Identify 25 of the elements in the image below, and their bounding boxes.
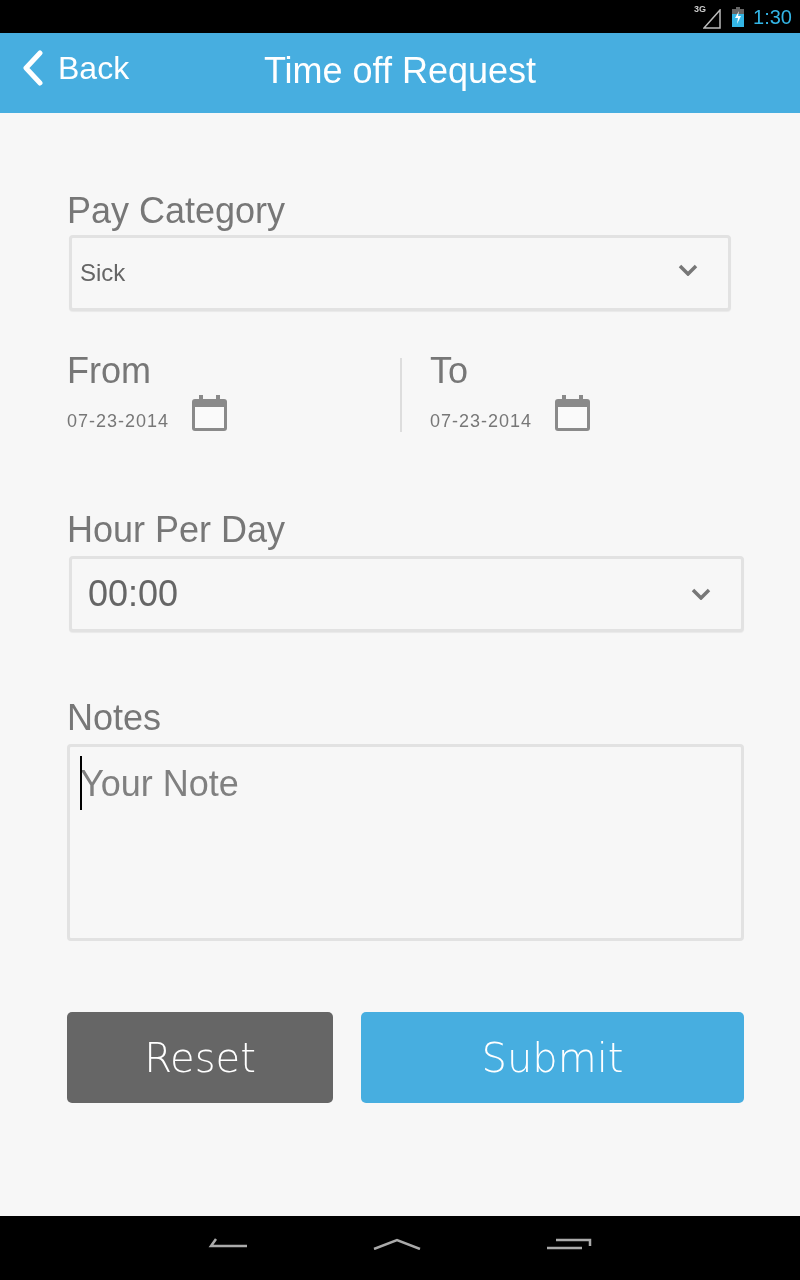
chevron-down-icon	[691, 588, 711, 600]
field-label: From	[67, 350, 151, 392]
calendar-icon	[554, 394, 592, 432]
date-picker-button[interactable]: 07-23-2014	[67, 394, 229, 432]
pay-category-dropdown[interactable]: Sick	[69, 235, 731, 311]
notes-textarea[interactable]: Your Note	[67, 744, 744, 941]
reset-button[interactable]: Reset	[67, 1012, 333, 1103]
back-button[interactable]: Back	[0, 45, 134, 91]
battery-charging-icon	[732, 7, 745, 27]
submit-button[interactable]: Submit	[361, 1012, 744, 1103]
chevron-left-icon	[22, 50, 44, 86]
field-label: Notes	[67, 697, 162, 739]
calendar-icon	[191, 394, 229, 432]
screen-title: Time off Request	[263, 50, 537, 92]
back-icon	[208, 1238, 248, 1248]
home-icon	[373, 1238, 421, 1250]
field-label: Pay Category	[67, 190, 286, 232]
network-type-label: 3G	[694, 4, 707, 14]
field-label: To	[430, 350, 469, 392]
field-label: Hour Per Day	[67, 509, 286, 551]
chevron-down-icon	[678, 264, 698, 276]
hours-per-day-dropdown[interactable]: 00:00	[69, 556, 744, 632]
clock-time: 1:30	[753, 4, 792, 29]
recent-apps-icon	[546, 1238, 592, 1250]
date-picker-button[interactable]: 07-23-2014	[430, 394, 592, 432]
